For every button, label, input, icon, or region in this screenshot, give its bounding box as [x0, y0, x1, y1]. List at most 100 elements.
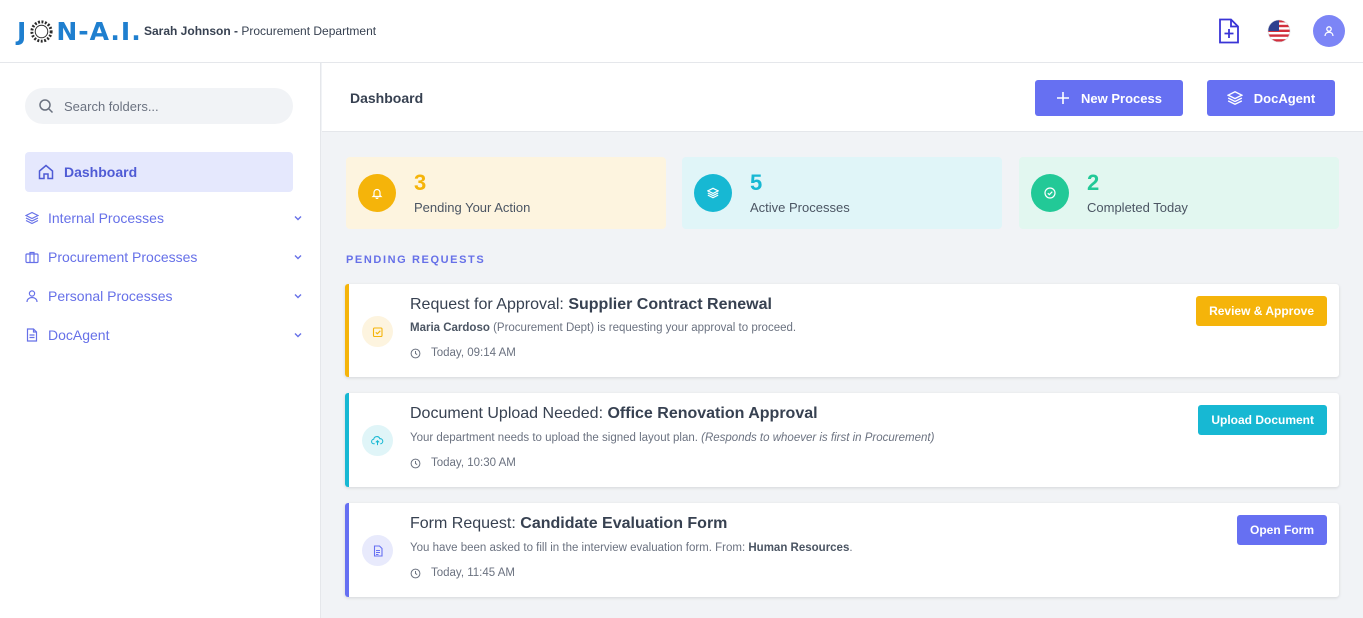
sidebar-item-docagent[interactable]: DocAgent: [25, 323, 305, 347]
layers-icon: [1226, 90, 1243, 106]
request-time: Today, 11:45 AM: [410, 567, 515, 579]
sidebar-item-label: Procurement Processes: [48, 249, 198, 265]
stat-card-pending: 3 Pending Your Action: [346, 157, 666, 229]
request-sender: Maria Cardoso: [410, 322, 490, 334]
request-description: You have been asked to fill in the inter…: [410, 542, 853, 554]
request-description-text: Your department needs to upload the sign…: [410, 432, 702, 444]
chevron-down-icon[interactable]: [293, 213, 303, 223]
cloud-upload-icon: [371, 436, 384, 446]
add-document-icon[interactable]: [1213, 15, 1245, 47]
logo-gear-icon: [30, 19, 53, 43]
upload-document-button[interactable]: Upload Document: [1198, 405, 1327, 435]
request-title-prefix: Document Upload Needed:: [410, 405, 604, 422]
top-header: J N-A.I. Sarah Johnson - Procurement Dep…: [0, 0, 1363, 63]
request-description-note: (Responds to whoever is first in Procure…: [701, 432, 935, 444]
search-input[interactable]: [64, 98, 264, 114]
request-icon: [362, 316, 393, 347]
request-timestamp: Today, 10:30 AM: [431, 457, 516, 469]
request-time: Today, 10:30 AM: [410, 457, 516, 469]
request-title-prefix: Request for Approval:: [410, 296, 564, 313]
plus-icon: [1057, 92, 1070, 104]
edit-check-icon: [372, 326, 383, 337]
main-header: Dashboard New Process DocAgent: [322, 63, 1363, 132]
document-icon: [26, 328, 38, 342]
header-actions: [1195, 15, 1345, 47]
layers-icon: [707, 187, 719, 199]
request-icon: [362, 425, 393, 456]
user-avatar-icon[interactable]: [1313, 15, 1345, 47]
form-icon: [373, 544, 383, 557]
search-icon: [39, 99, 54, 114]
open-form-button[interactable]: Open Form: [1236, 515, 1327, 545]
request-title-subject: Supplier Contract Renewal: [568, 296, 772, 313]
docagent-button[interactable]: DocAgent: [1207, 80, 1335, 116]
us-flag-icon[interactable]: [1263, 15, 1295, 47]
request-card: Document Upload Needed: Office Renovatio…: [345, 393, 1339, 487]
logo: J N-A.I.: [17, 13, 142, 49]
stat-circle: [358, 174, 396, 212]
request-icon: [362, 535, 393, 566]
stat-label: Active Processes: [750, 200, 850, 215]
card-accent: [345, 284, 349, 377]
request-timestamp: Today, 09:14 AM: [431, 347, 516, 359]
request-sender: Human Resources: [748, 542, 850, 554]
user-icon: [26, 290, 38, 303]
clock-icon: [410, 458, 421, 468]
stat-value: 2: [1087, 170, 1100, 195]
stat-value: 5: [750, 170, 763, 195]
request-description: Maria Cardoso (Procurement Dept) is requ…: [410, 322, 796, 334]
layers-icon: [25, 211, 39, 225]
sidebar-item-personal-processes[interactable]: Personal Processes: [25, 284, 305, 308]
request-description-text: You have been asked to fill in the inter…: [410, 542, 749, 554]
card-accent: [345, 393, 349, 487]
request-title: Document Upload Needed: Office Renovatio…: [410, 405, 818, 423]
logo-text-prefix: J: [17, 16, 28, 46]
chevron-down-icon[interactable]: [293, 252, 303, 262]
stat-circle: [1031, 174, 1069, 212]
request-title-subject: Office Renovation Approval: [607, 405, 818, 422]
request-time: Today, 09:14 AM: [410, 347, 516, 359]
stat-value: 3: [414, 170, 427, 195]
request-title: Form Request: Candidate Evaluation Form: [410, 515, 727, 533]
stat-card-completed: 2 Completed Today: [1019, 157, 1339, 229]
sidebar-item-internal-processes[interactable]: Internal Processes: [25, 206, 305, 230]
user-name: Sarah Johnson -: [144, 24, 239, 38]
briefcase-icon: [25, 251, 39, 264]
sidebar-item-label: DocAgent: [48, 327, 110, 343]
chevron-down-icon[interactable]: [293, 291, 303, 301]
chevron-down-icon[interactable]: [293, 330, 303, 340]
request-title: Request for Approval: Supplier Contract …: [410, 296, 772, 314]
review-approve-button[interactable]: Review & Approve: [1196, 296, 1327, 326]
sidebar-item-label: Dashboard: [64, 164, 138, 180]
sidebar-item-dashboard[interactable]: Dashboard: [25, 152, 293, 192]
card-accent: [345, 503, 349, 597]
new-process-label: New Process: [1081, 90, 1162, 106]
user-department: Procurement Department: [241, 24, 377, 38]
request-title-subject: Candidate Evaluation Form: [520, 515, 728, 532]
stat-label: Pending Your Action: [414, 200, 531, 215]
sidebar-item-label: Internal Processes: [48, 210, 164, 226]
sidebar-item-procurement-processes[interactable]: Procurement Processes: [25, 245, 305, 269]
request-description-text: (Procurement Dept) is requesting your ap…: [489, 322, 797, 334]
new-process-button[interactable]: New Process: [1035, 80, 1183, 116]
docagent-label: DocAgent: [1253, 90, 1316, 106]
clock-icon: [410, 568, 421, 578]
section-title: PENDING REQUESTS: [346, 254, 486, 266]
search-box[interactable]: [25, 88, 293, 124]
bell-icon: [371, 188, 383, 199]
home-icon: [38, 164, 54, 180]
sidebar-item-label: Personal Processes: [48, 288, 173, 304]
request-card: Request for Approval: Supplier Contract …: [345, 284, 1339, 377]
stat-card-active: 5 Active Processes: [682, 157, 1002, 229]
request-description: Your department needs to upload the sign…: [410, 432, 934, 444]
stat-circle: [694, 174, 732, 212]
logo-text-suffix: N-A.I.: [56, 16, 142, 46]
sidebar: Dashboard Internal Processes Procurement…: [0, 63, 321, 618]
request-title-prefix: Form Request:: [410, 515, 516, 532]
stat-label: Completed Today: [1087, 200, 1188, 215]
page-title: Dashboard: [350, 90, 424, 106]
check-circle-icon: [1044, 187, 1056, 199]
request-card: Form Request: Candidate Evaluation Form …: [345, 503, 1339, 597]
request-description-end: .: [849, 542, 853, 554]
user-info: Sarah Johnson - Procurement Department: [144, 24, 376, 38]
